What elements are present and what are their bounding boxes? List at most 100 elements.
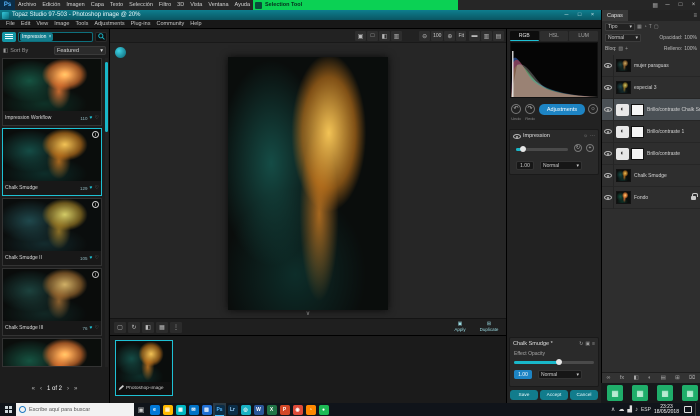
reset-icon[interactable]: ↻	[574, 144, 582, 152]
layer-thumbnail[interactable]	[616, 191, 631, 204]
redo-button[interactable]: ↷	[525, 104, 535, 114]
like-icon[interactable]: ♥	[90, 255, 93, 261]
original-icon[interactable]: □	[367, 31, 378, 41]
taskbar-powerpoint-icon[interactable]: P	[278, 403, 291, 416]
copy-icon[interactable]: ▣	[585, 341, 590, 347]
like-icon[interactable]: ♥	[90, 115, 93, 121]
adjustments-button[interactable]: Adjustments	[539, 104, 585, 115]
add-mask-icon[interactable]: ◧	[633, 375, 638, 381]
favorite-icon[interactable]: ♡	[95, 115, 99, 121]
menu-ayuda[interactable]: Ayuda	[232, 0, 254, 10]
menu-filtro[interactable]: Filtro	[156, 0, 174, 10]
network-signal-icon[interactable]: ▟	[627, 406, 632, 413]
preset-thumbnail[interactable]	[3, 339, 101, 367]
desktop-shortcut-icon[interactable]: ▦	[657, 385, 673, 401]
zoom-in-icon[interactable]: ⊕	[444, 31, 455, 41]
menu-3d[interactable]: 3D	[174, 0, 187, 10]
split-view-icon[interactable]: ◧	[379, 31, 390, 41]
layer-row-background[interactable]: Fondo	[602, 187, 700, 209]
topaz-menu-community[interactable]: Community	[153, 21, 187, 27]
refresh-icon[interactable]: ↻	[579, 341, 583, 347]
search-input[interactable]: Impression ×	[18, 32, 93, 42]
more-options-icon[interactable]: ⋮	[170, 322, 182, 333]
grid-icon[interactable]: ▦	[156, 322, 168, 333]
maximize-button[interactable]: □	[674, 0, 687, 10]
layer-visibility-toggle[interactable]	[602, 121, 614, 143]
search-tag[interactable]: Impression ×	[20, 33, 53, 41]
new-adjustment-icon[interactable]: ◐	[648, 375, 651, 381]
hamburger-menu-icon[interactable]	[2, 32, 16, 42]
next-page-icon[interactable]: ›	[67, 386, 69, 392]
fit-button[interactable]: Fit	[456, 31, 466, 41]
layer-thumbnail[interactable]	[616, 59, 631, 72]
new-layer-icon[interactable]: ⊞	[675, 375, 680, 381]
search-button[interactable]	[95, 32, 107, 42]
side-by-side-icon[interactable]: ▥	[391, 31, 402, 41]
layer-mask-thumbnail[interactable]	[631, 148, 644, 160]
duplicate-button[interactable]: ⊞ Duplicate	[476, 321, 502, 334]
layer-mask-thumbnail[interactable]	[631, 126, 644, 138]
volume-icon[interactable]: ♪	[635, 407, 638, 413]
tray-chevron-up-icon[interactable]: ∧	[611, 406, 615, 413]
topaz-menu-tools[interactable]: Tools	[72, 21, 91, 27]
more-icon[interactable]: ⋯	[590, 133, 595, 139]
layer-style-fx-icon[interactable]: fx	[620, 375, 624, 381]
add-icon[interactable]: +	[586, 144, 594, 152]
desktop-shortcut-icon[interactable]: ▦	[632, 385, 648, 401]
preset-thumbnail[interactable]: i	[3, 129, 101, 181]
panel-menu-icon[interactable]: ≡	[592, 341, 595, 347]
apply-button[interactable]: ▣ Apply	[447, 321, 473, 334]
menu-imagen[interactable]: Imagen	[63, 0, 87, 10]
menu-edicion[interactable]: Edición	[39, 0, 63, 10]
effect-blend-dropdown[interactable]: Normal ▾	[538, 370, 582, 379]
opacity-value[interactable]: 100%	[684, 35, 697, 41]
tab-lum[interactable]: LUM	[569, 31, 598, 41]
favorite-icon[interactable]: ♡	[95, 255, 99, 261]
navigator-icon[interactable]: ▤	[493, 31, 504, 41]
effect-opacity-value[interactable]: 1.00	[514, 370, 532, 379]
filter-shape-icon[interactable]: ▢	[654, 24, 659, 30]
preset-item[interactable]: i Chalk Smudge III 76 ♥ ♡	[2, 268, 102, 336]
topaz-menu-edit[interactable]: Edit	[18, 21, 33, 27]
layer-visibility-toggle[interactable]	[602, 187, 614, 209]
preset-item[interactable]: Impression Workflow 110 ♥ ♡	[2, 58, 102, 126]
mask-icon[interactable]: ◧	[142, 322, 154, 333]
opacity-slider[interactable]	[516, 148, 568, 151]
topaz-menu-help[interactable]: Help	[187, 21, 204, 27]
menu-archivo[interactable]: Archivo	[15, 0, 39, 10]
delete-layer-icon[interactable]: ⌧	[689, 375, 695, 381]
layer-visibility-toggle[interactable]	[602, 99, 614, 121]
menu-seleccion[interactable]: Selección	[126, 0, 156, 10]
zoom-out-icon[interactable]: ⊖	[419, 31, 430, 41]
undo-button[interactable]: ↶	[511, 104, 521, 114]
taskbar-photos-icon[interactable]: ▧	[200, 403, 213, 416]
panel-menu-icon[interactable]: ≡	[690, 13, 700, 19]
preview-icon[interactable]: ▣	[355, 31, 366, 41]
topaz-minimize-button[interactable]: ─	[560, 10, 573, 20]
layer-row[interactable]: mujer paraguas	[602, 55, 700, 77]
filter-type-icon[interactable]: T	[649, 24, 652, 30]
layer-visibility-toggle[interactable]	[602, 165, 614, 187]
canvas-image[interactable]	[228, 57, 388, 310]
action-center-icon[interactable]	[684, 406, 692, 413]
blend-mode-dropdown[interactable]: Normal ▾	[540, 161, 582, 170]
crop-icon[interactable]: ▢	[114, 322, 126, 333]
lock-position-icon[interactable]: +	[625, 46, 628, 52]
filter-image-icon[interactable]: ▦	[637, 24, 642, 30]
taskbar-excel-icon[interactable]: X	[265, 403, 278, 416]
topaz-maximize-button[interactable]: □	[573, 10, 586, 20]
topaz-menu-file[interactable]: File	[3, 21, 18, 27]
taskbar-photoshop-icon[interactable]: Ps	[213, 403, 226, 416]
first-page-icon[interactable]: «	[32, 386, 35, 392]
workspace-icon[interactable]: ▦	[649, 2, 661, 9]
show-desktop-button[interactable]	[695, 403, 698, 416]
scrollbar-thumb[interactable]	[105, 62, 108, 132]
taskbar-word-icon[interactable]: W	[252, 403, 265, 416]
favorite-icon[interactable]: ♡	[95, 185, 99, 191]
tab-hsl[interactable]: HSL	[540, 31, 569, 41]
layer-visibility-toggle[interactable]	[602, 55, 614, 77]
remove-tag-icon[interactable]: ×	[48, 34, 51, 40]
menu-vista[interactable]: Vista	[187, 0, 205, 10]
lock-pixels-icon[interactable]: ▨	[618, 46, 623, 52]
layer-thumbnail[interactable]	[616, 169, 631, 182]
